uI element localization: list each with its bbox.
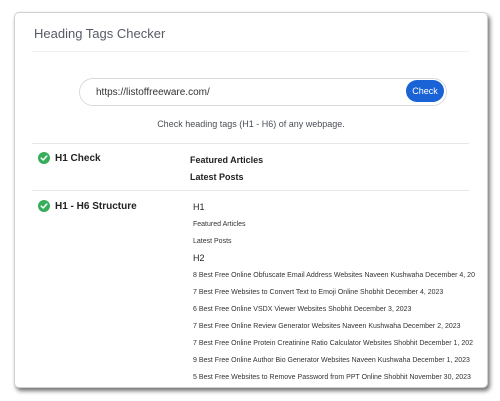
h1-check-item: Latest Posts: [190, 172, 244, 182]
structure-label: H1 - H6 Structure: [38, 200, 137, 212]
list-item: 6 Best Free Online VSDX Viewer Websites …: [193, 306, 412, 313]
list-item: 7 Best Free Websites to Convert Text to …: [193, 289, 444, 296]
url-input[interactable]: [96, 79, 402, 105]
h1-heading: H1: [193, 202, 205, 212]
list-item: Featured Articles: [193, 221, 246, 228]
divider: [32, 51, 469, 52]
divider: [32, 143, 469, 144]
h1-check-label: H1 Check: [38, 152, 101, 164]
h2-heading: H2: [193, 253, 205, 263]
check-circle-icon: [38, 200, 50, 212]
heading-structure-list: H1 Featured Articles Latest Posts H2 8 B…: [193, 199, 487, 386]
divider: [32, 190, 469, 191]
list-item: 7 Best Free Online Review Generator Webs…: [193, 323, 461, 330]
list-item: 5 Best Free Websites to Remove Password …: [193, 374, 471, 381]
list-item: 7 Best Free Online Protein Creatinine Ra…: [193, 340, 474, 347]
list-item: 9 Best Free Online Author Bio Generator …: [193, 357, 470, 364]
page-title: Heading Tags Checker: [34, 26, 166, 41]
h1-check-title: H1 Check: [55, 152, 101, 164]
h1-check-item: Featured Articles: [190, 155, 264, 165]
heading-checker-card: Heading Tags Checker Check Check heading…: [14, 12, 488, 388]
list-item: Latest Posts: [193, 238, 232, 245]
structure-title: H1 - H6 Structure: [55, 200, 137, 212]
check-button[interactable]: Check: [406, 80, 444, 102]
list-item: 8 Best Free Online Obfuscate Email Addre…: [193, 272, 475, 279]
url-search-bar: Check: [79, 78, 447, 106]
description-text: Check heading tags (H1 - H6) of any webp…: [157, 119, 345, 129]
check-circle-icon: [38, 152, 50, 164]
